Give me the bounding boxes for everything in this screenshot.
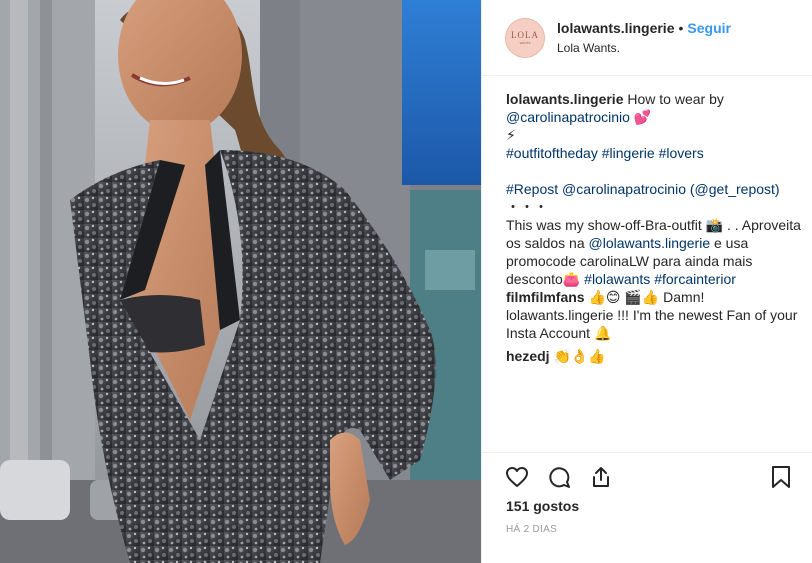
caption-line-4: #outfitoftheday #lingerie #lovers	[506, 144, 806, 162]
actions-divider	[482, 452, 812, 453]
caption-line-6: ・・・	[506, 198, 806, 216]
bookmark-icon[interactable]	[768, 464, 794, 490]
comment-icon[interactable]	[546, 464, 572, 490]
comment-item: hezedj 👏👌👍	[506, 347, 806, 365]
hashtag-lovers[interactable]: #lovers	[659, 145, 704, 161]
likes-count[interactable]: 151 gostos	[506, 498, 579, 514]
instagram-post: LOLA WANTS lolawants.lingerie • Seguir L…	[0, 0, 812, 563]
caption-dots: ・・・	[506, 199, 548, 215]
caption-gap	[506, 162, 806, 180]
caption-repost-via[interactable]: (@get_repost)	[690, 181, 780, 197]
post-photo[interactable]	[0, 0, 481, 563]
caption-line-5: #Repost @carolinapatrocinio (@get_repost…	[506, 180, 806, 198]
hashtag-lolawants[interactable]: #lolawants	[584, 271, 650, 287]
comment-username[interactable]: hezedj	[506, 348, 550, 364]
share-icon[interactable]	[588, 464, 614, 490]
hashtag-forcainterior[interactable]: #forcainterior	[654, 271, 736, 287]
post-sidebar: LOLA WANTS lolawants.lingerie • Seguir L…	[481, 0, 812, 563]
caption-mention-3[interactable]: @lolawants.lingerie	[589, 235, 711, 251]
caption-line-1: lolawants.lingerie How to wear by	[506, 90, 806, 108]
heart-icon[interactable]	[504, 464, 530, 490]
header-separator: •	[678, 19, 684, 36]
location-link[interactable]: Lola Wants.	[557, 39, 731, 57]
header-line: lolawants.lingerie • Seguir	[557, 19, 731, 37]
caption-line-2: @carolinapatrocinio 💕	[506, 108, 806, 126]
hashtag-outfitoftheday[interactable]: #outfitoftheday	[506, 145, 598, 161]
caption-emoji-2: ⚡	[506, 127, 516, 143]
caption-mention-2[interactable]: @carolinapatrocinio	[562, 181, 686, 197]
post-timestamp[interactable]: HÁ 2 DIAS	[506, 524, 557, 535]
caption-text-1: How to wear by	[623, 91, 724, 107]
comment-item: filmfilmfans 👍😊 🎬👍 Damn! lolawants.linge…	[506, 288, 806, 342]
avatar-logo-subtext: WANTS	[519, 41, 531, 45]
action-icons	[504, 464, 614, 490]
follow-button[interactable]: Seguir	[687, 19, 731, 37]
comment-text: 👏👌👍	[549, 348, 606, 364]
hashtag-lingerie[interactable]: #lingerie	[602, 145, 655, 161]
post-header: LOLA WANTS lolawants.lingerie • Seguir L…	[482, 0, 812, 76]
comments-section: lolawants.lingerie How to wear by @carol…	[506, 90, 806, 365]
caption-emoji-1: 💕	[629, 109, 652, 125]
hashtag-repost[interactable]: #Repost	[506, 181, 558, 197]
caption-line-7: This was my show-off-Bra-outfit 📸 . . Ap…	[506, 216, 806, 288]
header-username[interactable]: lolawants.lingerie	[557, 19, 674, 37]
comment-username[interactable]: filmfilmfans	[506, 289, 585, 305]
caption-mention-1[interactable]: @carolinapatrocinio	[506, 109, 630, 125]
avatar[interactable]: LOLA WANTS	[505, 17, 545, 58]
avatar-logo-text: LOLA	[511, 30, 539, 40]
caption-username[interactable]: lolawants.lingerie	[506, 91, 623, 107]
photo-illustration	[0, 0, 481, 563]
caption-line-3: ⚡	[506, 126, 806, 144]
header-text: lolawants.lingerie • Seguir Lola Wants.	[557, 19, 731, 57]
caption: lolawants.lingerie How to wear by @carol…	[506, 90, 806, 288]
